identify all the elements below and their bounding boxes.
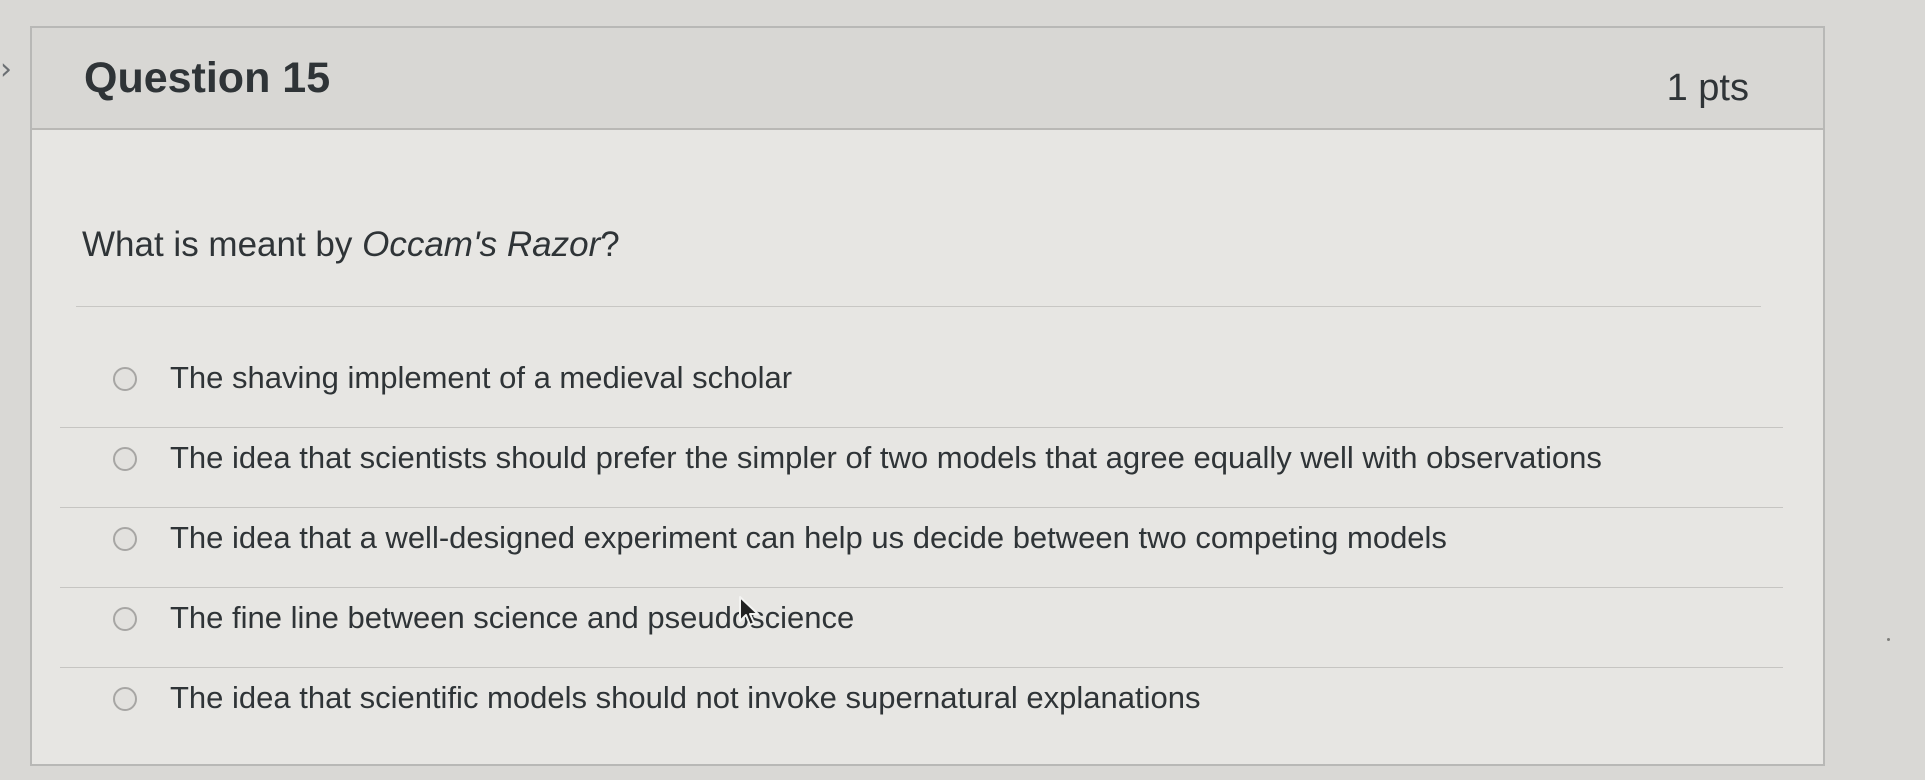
radio-button-icon[interactable] [113, 607, 137, 631]
question-title: Question 15 [84, 54, 331, 102]
answer-option[interactable]: The fine line between science and pseudo… [60, 588, 1783, 668]
answer-label[interactable]: The shaving implement of a medieval scho… [170, 359, 792, 397]
question-prompt: What is meant by Occam's Razor? [82, 224, 620, 266]
prompt-divider [76, 306, 1761, 307]
chevron-right-icon[interactable]: › [0, 55, 14, 85]
answer-label[interactable]: The idea that a well-designed experiment… [170, 519, 1447, 557]
answer-list: The shaving implement of a medieval scho… [60, 348, 1783, 748]
answer-option[interactable]: The idea that a well-designed experiment… [60, 508, 1783, 588]
answer-option[interactable]: The idea that scientific models should n… [60, 668, 1783, 748]
radio-button-icon[interactable] [113, 527, 137, 551]
decorative-dot [1887, 638, 1890, 641]
answer-option[interactable]: The idea that scientists should prefer t… [60, 428, 1783, 508]
answer-label[interactable]: The idea that scientists should prefer t… [170, 439, 1602, 477]
answer-option[interactable]: The shaving implement of a medieval scho… [60, 348, 1783, 428]
radio-button-icon[interactable] [113, 447, 137, 471]
radio-button-icon[interactable] [113, 687, 137, 711]
answer-label[interactable]: The fine line between science and pseudo… [170, 599, 854, 637]
question-prompt-emphasis: Occam's Razor [362, 225, 601, 264]
question-prompt-text: What is meant by [82, 225, 363, 264]
question-points: 1 pts [1666, 67, 1749, 109]
question-prompt-punctuation: ? [600, 225, 620, 264]
answer-label[interactable]: The idea that scientific models should n… [170, 679, 1201, 717]
question-header: Question 15 1 pts [32, 28, 1823, 130]
question-card: Question 15 1 pts What is meant by Occam… [30, 26, 1825, 766]
radio-button-icon[interactable] [113, 367, 137, 391]
